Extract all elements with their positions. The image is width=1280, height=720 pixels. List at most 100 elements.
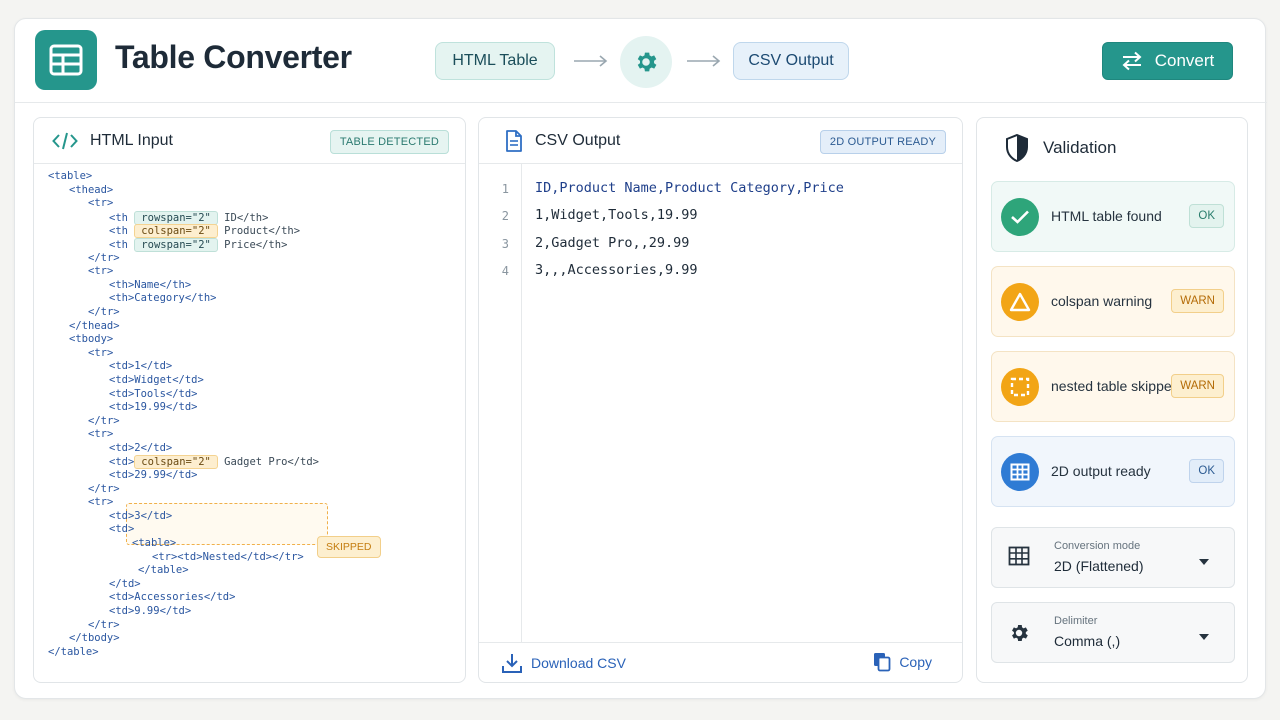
code-line: <td>2</td> [109,441,173,454]
arrow-right-icon [686,53,722,70]
delimiter-label: Delimiter [1054,615,1098,627]
code-line: <td>Tools</td> [109,387,198,400]
code-line: </tr> [88,305,120,318]
code-line: <tr><td>Nested</td></tr> [152,550,304,563]
csv-line-text: 1,Widget,Tools,19.99 [535,207,698,224]
warning-triangle-icon [1001,283,1039,321]
rowspan-attr-highlight: rowspan="2" [134,210,218,225]
line-number: 4 [501,263,509,278]
rowspan-attr-highlight: rowspan="2" [134,237,218,252]
code-line: <th rowspan="2" ID</th> [109,210,269,225]
status-badge: WARN [1171,374,1224,398]
table-grid-icon [1001,453,1039,491]
code-line: <tr> [88,496,114,509]
check-label: colspan warning [1051,293,1153,309]
copy-label: Copy [899,654,932,670]
csv-output-footer: Download CSV Copy [479,642,962,682]
check-2d-output-ready: 2D output ready OK [991,436,1235,507]
code-line: <td>9.99</td> [109,605,192,617]
code-line: <tbody> [69,333,114,346]
code-line: <table> [132,537,177,550]
code-line: <th rowspan="2" Price</th> [109,237,288,252]
line-number: 3 [501,236,509,251]
convert-label: Convert [1154,51,1215,70]
csv-line: 3 2,Gadget Pro,,29.99 [479,233,962,260]
html-input-header: HTML Input TABLE DETECTED [34,118,465,164]
code-line: <table> [48,170,93,182]
code-line: <td>3</td> [109,509,173,522]
code-line: </table> [138,564,189,577]
download-icon [502,654,522,673]
copy-icon [874,653,891,672]
code-line: </td> [109,577,141,590]
swap-arrows-icon [1122,51,1142,71]
copy-button[interactable]: Copy [873,652,932,672]
csv-line: 1 ID,Product Name,Product Category,Price [479,178,962,205]
gear-icon [1008,622,1030,649]
check-icon [1001,198,1039,236]
status-badge: WARN [1171,289,1224,313]
html-input-panel: HTML Input TABLE DETECTED <table> <thead… [33,117,466,683]
code-line: </tr> [88,482,120,495]
code-line: </tr> [88,251,120,264]
arrow-right-icon [573,53,609,70]
csv-line: 4 3,,,Accessories,9.99 [479,260,962,287]
skipped-badge: SKIPPED [317,536,381,558]
code-line: </tr> [88,618,120,631]
csv-output-header: CSV Output 2D OUTPUT READY [479,118,962,164]
status-badge: OK [1189,459,1224,483]
document-icon [505,130,523,157]
conversion-mode-select[interactable]: Conversion mode 2D (Flattened) [991,527,1235,588]
line-number: 1 [501,182,509,196]
conversion-mode-value: 2D (Flattened) [1054,558,1144,574]
check-label: 2D output ready [1051,463,1151,479]
html-code-editor[interactable]: <table> <thead> <tr> <th rowspan="2" ID<… [48,170,319,659]
code-line: <td>Widget</td> [109,373,204,386]
delimiter-select[interactable]: Delimiter Comma (,) [991,602,1235,663]
app-window: Table Converter HTML Table CSV Output Co… [14,18,1267,699]
convert-button[interactable]: Convert [1102,42,1233,80]
code-line: <tr> [88,197,114,210]
process-gear-icon [620,36,672,88]
line-number: 2 [501,209,509,224]
validation-panel: Validation HTML table found OK colspan w… [976,117,1248,683]
check-colspan-warning: colspan warning WARN [991,266,1235,337]
conversion-mode-label: Conversion mode [1054,540,1141,552]
download-csv-button[interactable]: Download CSV [501,652,626,674]
code-line: <td>29.99</td> [109,469,198,482]
table-logo-icon [35,30,97,90]
check-html-table-found: HTML table found OK [991,181,1235,252]
csv-output-title: CSV Output [535,132,621,149]
step-html-table: HTML Table [435,42,555,80]
shield-icon [1005,133,1029,167]
step-csv-output: CSV Output [733,42,849,80]
download-csv-label: Download CSV [531,655,626,671]
code-line: </table> [48,645,99,658]
colspan-attr-highlight: colspan="2" [134,224,218,239]
html-input-title: HTML Input [90,132,173,149]
code-line: <tr> [88,265,114,278]
chevron-down-icon [1198,628,1210,646]
csv-line-text: ID,Product Name,Product Category,Price [535,180,844,196]
check-nested-table-skipped: nested table skipped WARN [991,351,1235,422]
validation-title: Validation [1043,138,1117,157]
csv-line-text: 3,,,Accessories,9.99 [535,261,698,278]
status-badge: OK [1189,204,1224,228]
table-detected-badge: TABLE DETECTED [329,130,449,154]
code-line: <th colspan="2" Product</th> [109,224,301,239]
csv-line-text: 2,Gadget Pro,,29.99 [535,234,690,251]
chevron-down-icon [1198,553,1210,571]
csv-text-area[interactable]: 1 ID,Product Name,Product Category,Price… [479,178,962,287]
code-line: <thead> [69,183,114,196]
csv-output-panel: CSV Output 2D OUTPUT READY 1 ID,Product … [478,117,963,683]
code-line: </thead> [69,319,120,332]
code-line: <td>Accessories</td> [109,591,236,604]
delimiter-value: Comma (,) [1054,633,1121,649]
check-label: HTML table found [1051,208,1162,224]
code-line: <td> [109,523,135,536]
app-title: Table Converter [115,39,352,75]
check-label: nested table skipped [1051,378,1180,394]
code-line: <th>Name</th> [109,278,192,291]
dashed-square-icon [1001,368,1039,406]
code-line: <tr> [88,346,114,359]
